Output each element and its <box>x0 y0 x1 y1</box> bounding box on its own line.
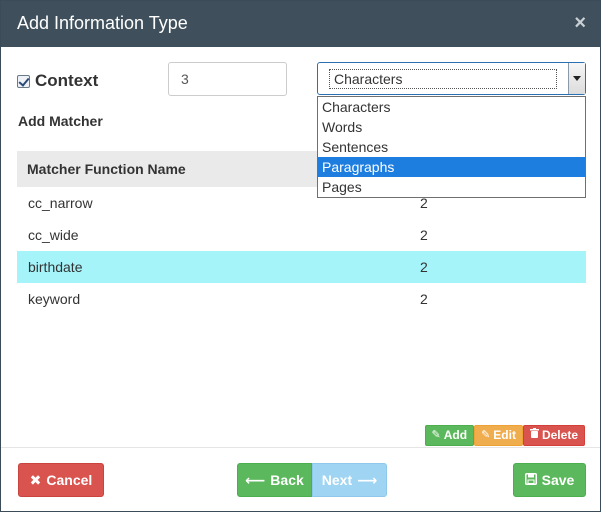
dropdown-option-characters[interactable]: Characters <box>318 97 585 117</box>
context-unit-dropdown: Characters Words Sentences Paragraphs Pa… <box>317 96 586 198</box>
save-icon <box>524 472 537 488</box>
context-unit-select[interactable]: Characters <box>317 62 586 95</box>
table-row[interactable]: keyword 2 <box>17 283 586 315</box>
dialog-title: Add Information Type <box>17 13 188 33</box>
add-matcher-button-label: Add <box>443 428 468 442</box>
context-checkbox[interactable] <box>17 74 30 88</box>
cancel-button-label: Cancel <box>46 472 93 488</box>
pencil-icon: ✎ <box>481 429 491 441</box>
table-row-selected[interactable]: birthdate 2 <box>17 251 586 283</box>
arrow-left-icon: ⟵ <box>245 471 266 488</box>
context-unit-selected-value: Characters <box>329 69 557 89</box>
next-button-label: Next <box>321 472 353 488</box>
close-icon[interactable]: × <box>574 13 586 33</box>
save-button[interactable]: Save <box>513 463 586 497</box>
table-row[interactable]: cc_wide 2 <box>17 219 586 251</box>
close-icon: ✖ <box>29 471 42 488</box>
dropdown-option-sentences[interactable]: Sentences <box>318 137 585 157</box>
matcher-count: 2 <box>420 291 428 307</box>
cancel-button[interactable]: ✖ Cancel <box>18 463 104 497</box>
add-matcher-button[interactable]: ✎ Add <box>424 425 475 446</box>
context-label: Context <box>35 71 99 90</box>
edit-matcher-button-label: Edit <box>493 428 516 442</box>
footer-divider <box>1 447 600 448</box>
dropdown-option-words[interactable]: Words <box>318 117 585 137</box>
add-information-type-dialog: Add Information Type × Context Character… <box>0 0 601 512</box>
matcher-count: 2 <box>420 227 428 243</box>
matcher-count: 2 <box>420 259 428 275</box>
edit-matcher-button[interactable]: ✎ Edit <box>474 425 523 446</box>
row-action-buttons: ✎ Add ✎ Edit Delete <box>424 425 585 446</box>
save-button-label: Save <box>541 472 575 488</box>
next-button[interactable]: Next ⟶ <box>312 463 387 497</box>
context-value-input[interactable] <box>168 62 287 96</box>
dropdown-option-paragraphs[interactable]: Paragraphs <box>318 157 585 177</box>
matcher-name: keyword <box>28 291 81 307</box>
back-button[interactable]: ⟵ Back <box>237 463 312 497</box>
matcher-name: birthdate <box>28 259 83 275</box>
matcher-name: cc_narrow <box>28 195 93 211</box>
dropdown-option-pages[interactable]: Pages <box>318 177 585 197</box>
pencil-icon: ✎ <box>431 429 441 441</box>
matcher-name: cc_wide <box>28 227 79 243</box>
trash-icon <box>529 425 539 446</box>
delete-matcher-button-label: Delete <box>541 428 578 442</box>
add-matcher-heading: Add Matcher <box>18 113 103 129</box>
column-header-matcher-function-name: Matcher Function Name <box>27 161 186 177</box>
arrow-right-icon: ⟶ <box>357 471 378 488</box>
delete-matcher-button[interactable]: Delete <box>522 425 585 446</box>
back-button-label: Back <box>270 472 304 488</box>
context-row: Context <box>17 71 98 91</box>
chevron-down-icon[interactable] <box>568 63 585 94</box>
dialog-header: Add Information Type × <box>1 1 600 47</box>
